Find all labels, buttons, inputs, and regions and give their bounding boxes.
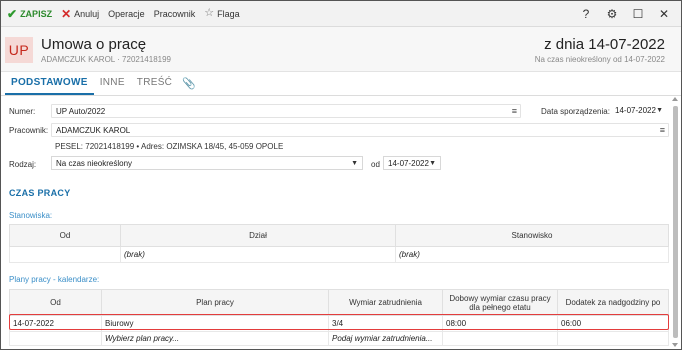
gear-icon[interactable]: ⚙: [601, 4, 623, 24]
tab-content[interactable]: TREŚĆ: [131, 77, 178, 95]
table-cell[interactable]: [9, 331, 102, 346]
number-label: Numer:: [9, 107, 36, 116]
column-header: Od: [9, 224, 121, 247]
document-date: z dnia 14-07-2022: [544, 36, 665, 53]
save-label: ZAPISZ: [20, 8, 53, 19]
column-header: Od: [9, 289, 102, 316]
operations-menu[interactable]: Operacje: [108, 4, 145, 24]
star-icon: ☆: [204, 7, 215, 19]
toolbar: ✔ ZAPISZ ✕ Anuluj Operacje Pracownik ☆ F…: [1, 1, 681, 27]
positions-table: Od Dział Stanowisko (brak) (brak): [9, 224, 669, 263]
document-title: Umowa o pracę: [41, 36, 147, 53]
chevron-down-icon: ▼: [351, 160, 358, 167]
plan-from-cell[interactable]: 14-07-2022: [9, 315, 102, 332]
tab-bar: PODSTAWOWE INNE TREŚĆ 📎: [1, 72, 681, 96]
scroll-down-icon[interactable]: [672, 343, 678, 347]
paperclip-icon[interactable]: 📎: [178, 77, 202, 95]
column-header: Wymiar zatrudnienia: [328, 289, 443, 316]
scroll-up-icon[interactable]: [672, 97, 678, 101]
column-header: Dobowy wymiar czasu pracy dla pełnego et…: [442, 289, 558, 316]
prep-date-select[interactable]: 14-07-2022 ▼: [611, 104, 667, 118]
from-date-value: 14-07-2022: [388, 159, 429, 168]
employee-menu[interactable]: Pracownik: [154, 4, 196, 24]
number-value: UP Auto/2022: [56, 107, 106, 116]
maximize-icon[interactable]: ☐: [627, 4, 649, 24]
scroll-thumb[interactable]: [673, 106, 678, 338]
document-subtitle: ADAMCZUK KAROL · 72021418199: [41, 55, 171, 64]
from-date-select[interactable]: 14-07-2022 ▼: [383, 156, 441, 170]
table-cell[interactable]: [9, 246, 121, 263]
chevron-down-icon: ▼: [656, 107, 663, 114]
plan-daily-hours-cell[interactable]: 08:00: [442, 315, 558, 332]
plan-overtime-cell[interactable]: 06:00: [557, 315, 669, 332]
table-row[interactable]: 14-07-2022 Biurowy 3/4 08:00 06:00: [9, 315, 669, 332]
document-type-badge: UP: [5, 37, 33, 63]
tab-other[interactable]: INNE: [94, 77, 131, 95]
plan-select-placeholder[interactable]: Wybierz plan pracy...: [101, 331, 329, 346]
help-button[interactable]: ?: [575, 4, 597, 24]
work-plans-table: Od Plan pracy Wymiar zatrudnienia Dobowy…: [9, 289, 669, 346]
column-header: Stanowisko: [395, 224, 669, 247]
employee-label: Pracownik: [153, 8, 196, 19]
employee-info: PESEL: 72021418199 • Adres: OZIMSKA 18/4…: [55, 142, 284, 151]
type-select[interactable]: Na czas nieokreślony ▼: [51, 156, 363, 170]
flag-button[interactable]: ☆ Flaga: [204, 4, 239, 24]
prep-date-value: 14-07-2022: [615, 106, 656, 115]
column-header: Plan pracy: [101, 289, 329, 316]
positions-title: Stanowiska:: [9, 211, 53, 220]
prep-date-label: Data sporządzenia:: [541, 107, 610, 116]
window-controls: ? ⚙ ☐ ✕: [571, 4, 675, 24]
table-row[interactable]: (brak) (brak): [9, 246, 669, 263]
plans-title: Plany pracy - kalendarze:: [9, 275, 100, 284]
table-cell[interactable]: [557, 331, 669, 346]
from-label: od: [371, 160, 380, 169]
cancel-button[interactable]: ✕ Anuluj: [61, 4, 99, 24]
position-placeholder[interactable]: (brak): [395, 246, 669, 263]
document-window: ✔ ZAPISZ ✕ Anuluj Operacje Pracownik ☆ F…: [0, 0, 682, 350]
fte-input-placeholder[interactable]: Podaj wymiar zatrudnienia...: [328, 331, 443, 346]
menu-icon[interactable]: ≡: [660, 125, 665, 135]
flag-label: Flaga: [217, 8, 240, 19]
column-header: Dodatek za nadgodziny po: [557, 289, 669, 316]
work-time-title: CZAS PRACY: [9, 188, 71, 198]
table-row[interactable]: Wybierz plan pracy... Podaj wymiar zatru…: [9, 331, 669, 346]
tab-basic[interactable]: PODSTAWOWE: [5, 77, 94, 95]
operations-label: Operacje: [108, 8, 145, 19]
plan-fte-cell[interactable]: 3/4: [328, 315, 443, 332]
type-label: Rodzaj:: [9, 160, 37, 169]
number-field[interactable]: UP Auto/2022 ≡: [51, 104, 521, 118]
document-header: UP Umowa o pracę ADAMCZUK KAROL · 720214…: [1, 27, 681, 72]
save-button[interactable]: ✔ ZAPISZ: [7, 4, 52, 24]
close-icon[interactable]: ✕: [653, 4, 675, 24]
cancel-label: Anuluj: [74, 8, 100, 19]
plan-name-cell[interactable]: Biurowy: [101, 315, 329, 332]
menu-icon[interactable]: ≡: [512, 106, 517, 116]
cancel-x-icon: ✕: [61, 6, 72, 21]
chevron-down-icon: ▼: [429, 160, 436, 167]
column-header: Dział: [120, 224, 396, 247]
type-value: Na czas nieokreślony: [56, 159, 133, 168]
employee-field-label: Pracownik:: [9, 126, 49, 135]
document-date-subtitle: Na czas nieokreślony od 14-07-2022: [534, 55, 665, 64]
employee-field[interactable]: ADAMCZUK KAROL ≡: [51, 123, 669, 137]
table-cell[interactable]: [442, 331, 558, 346]
department-placeholder[interactable]: (brak): [120, 246, 396, 263]
checkmark-icon: ✔: [7, 6, 18, 21]
vertical-scrollbar[interactable]: [671, 97, 680, 347]
employee-value: ADAMCZUK KAROL: [56, 126, 131, 135]
